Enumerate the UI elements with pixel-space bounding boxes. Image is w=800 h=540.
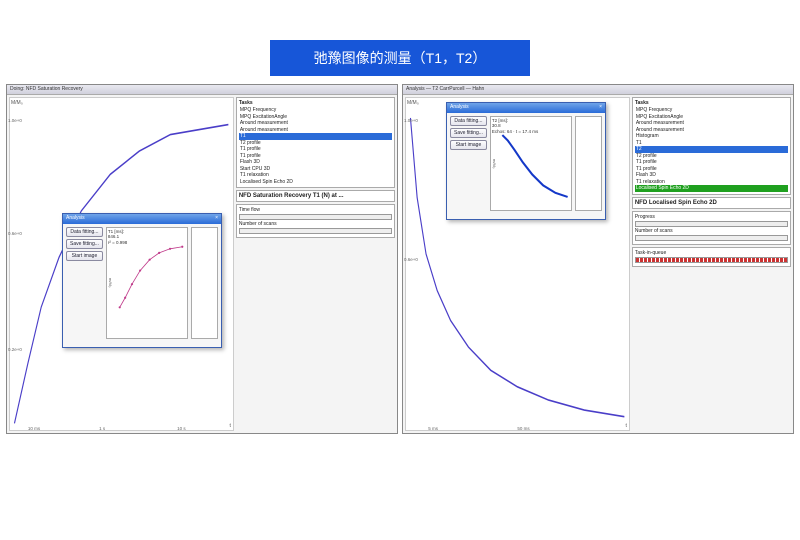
progress-label: Progress [635, 214, 788, 220]
queue-bar [635, 257, 788, 263]
popup-side-info [575, 116, 602, 211]
ytick: 0.6e+0 [8, 231, 22, 236]
right-side-column: Tasks MPQ Frequency MPQ ExcitationAngle … [632, 97, 791, 431]
ytick: 0.2e+0 [8, 347, 22, 352]
task-list-header: Tasks [239, 100, 392, 106]
data-fitting-button[interactable]: Data fitting... [450, 116, 487, 126]
queue-label: Task-in-queue [635, 250, 788, 256]
data-points [119, 246, 184, 309]
xtick: 10 ms [28, 426, 40, 431]
progress-items-label: Number of scans [635, 228, 788, 234]
panels-row: Doing: NFD Saturation Recovery M/M₀ t 1.… [0, 84, 800, 434]
running-band: NFD Localised Spin Echo 2D [632, 197, 791, 209]
progress-bar [239, 214, 392, 220]
left-popup-plot[interactable]: T1 [ms]: 846.1 r² = 0.998 [106, 227, 188, 339]
left-panel: Doing: NFD Saturation Recovery M/M₀ t 1.… [6, 84, 398, 434]
popup-button-col: Data fitting... Save fitting... Start im… [66, 227, 103, 339]
right-window-titlebar: Analysis — T2 CarrPurcell — Hahn [403, 85, 793, 95]
left-main-plot[interactable]: M/M₀ t 1.0e+0 0.6e+0 0.2e+0 10 ms 1 s 10… [9, 97, 234, 431]
mini-ylabel: m/M₀ [492, 159, 497, 168]
left-ylabel: M/M₀ [11, 100, 23, 106]
right-analysis-popup[interactable]: Analysis × Data fitting... Save fitting.… [446, 102, 606, 220]
scan-bar [635, 235, 788, 241]
popup-titlebar[interactable]: Analysis × [447, 103, 605, 113]
left-task-list[interactable]: Tasks MPQ Frequency MPQ ExcitationAngle … [236, 97, 395, 188]
mini-ylabel: m/M₀ [108, 278, 113, 287]
ytick: 1.0e+0 [404, 118, 418, 123]
left-side-column: Tasks MPQ Frequency MPQ ExcitationAngle … [236, 97, 395, 431]
task-item-running[interactable]: Localised Spin Echo 2D [635, 185, 788, 192]
popup-title: Analysis [66, 215, 85, 223]
ytick: 0.6e+0 [404, 257, 418, 262]
running-text: NFD Localised Spin Echo 2D [635, 200, 717, 206]
popup-button-col: Data fitting... Save fitting... Start im… [450, 116, 487, 211]
xtick: 1 s [99, 426, 105, 431]
right-xlabel: t [625, 423, 626, 429]
close-icon[interactable]: × [215, 215, 218, 223]
save-fitting-button[interactable]: Save fitting... [450, 128, 487, 138]
task-item[interactable]: Localised Spin Echo 2D [239, 179, 392, 186]
right-task-list[interactable]: Tasks MPQ Frequency MPQ ExcitationAngle … [632, 97, 791, 195]
progress-items-label: Number of scans [239, 221, 392, 227]
fit-curve [120, 247, 183, 308]
progress-label: Time flow [239, 207, 392, 213]
right-main-plot[interactable]: M/M₀ t 1.0e+0 0.6e+0 5 ms 50 ms Analysis… [405, 97, 630, 431]
right-ylabel: M/M₀ [407, 100, 419, 106]
left-xlabel: t [229, 423, 230, 429]
ytick: 1.0e+0 [8, 118, 22, 123]
status-band: NFD Saturation Recovery T1 (N) at ... [236, 190, 395, 202]
fit-curve [502, 135, 567, 197]
task-queue-box: Task-in-queue [632, 247, 791, 267]
right-popup-plot[interactable]: T2 [ms]: 30.8 Echos: 64 · t = 17.4 ms m/… [490, 116, 572, 211]
scan-bar [239, 228, 392, 234]
left-window-titlebar: Doing: NFD Saturation Recovery [7, 85, 397, 95]
right-panel: Analysis — T2 CarrPurcell — Hahn M/M₀ t … [402, 84, 794, 434]
page-banner: 弛豫图像的测量（T1，T2） [270, 40, 530, 76]
data-fitting-button[interactable]: Data fitting... [66, 227, 103, 237]
popup-side-info [191, 227, 218, 339]
popup-titlebar[interactable]: Analysis × [63, 214, 221, 224]
xtick: 50 ms [517, 426, 529, 431]
left-analysis-popup[interactable]: Analysis × Data fitting... Save fitting.… [62, 213, 222, 348]
left-progress-box: Time flow Number of scans [236, 204, 395, 238]
progress-bar [635, 221, 788, 227]
task-list-header: Tasks [635, 100, 788, 106]
start-image-button[interactable]: Start image [450, 140, 487, 150]
close-icon[interactable]: × [599, 104, 602, 112]
right-progress-box: Progress Number of scans [632, 211, 791, 245]
status-text: NFD Saturation Recovery T1 (N) at ... [239, 193, 344, 199]
popup-title: Analysis [450, 104, 469, 112]
save-fitting-button[interactable]: Save fitting... [66, 239, 103, 249]
xtick: 10 s [177, 426, 186, 431]
start-image-button[interactable]: Start image [66, 251, 103, 261]
xtick: 5 ms [428, 426, 438, 431]
